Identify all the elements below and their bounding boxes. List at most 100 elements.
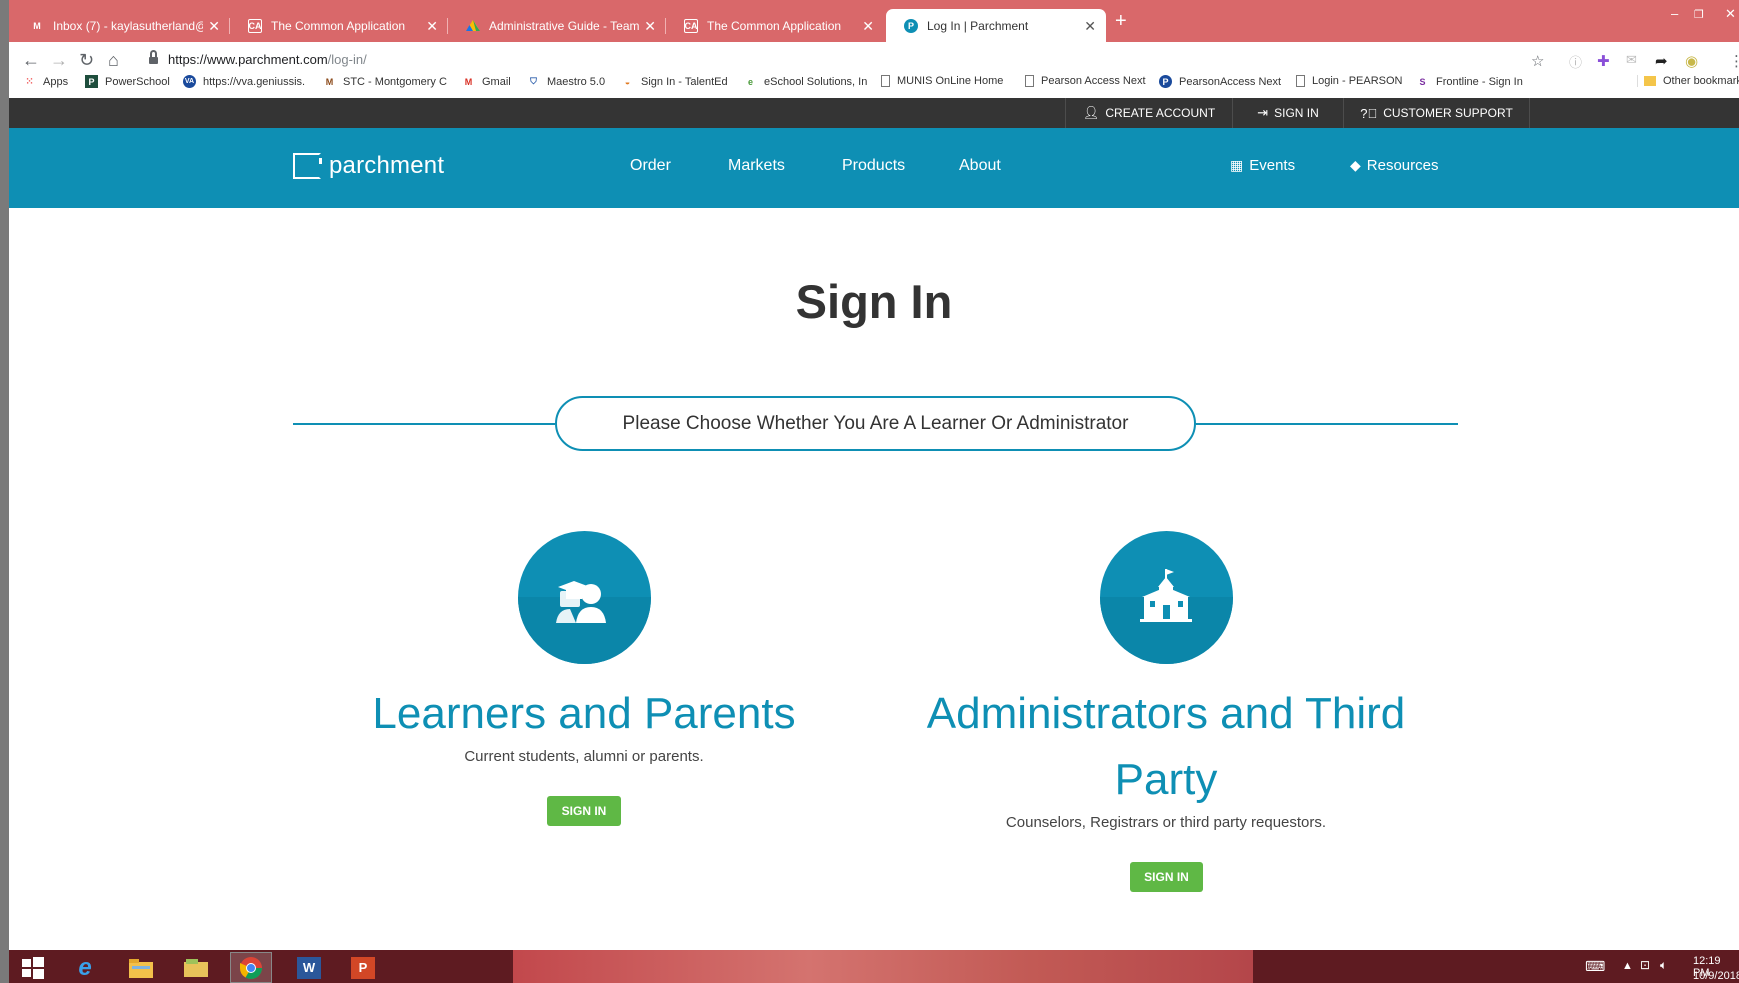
tab-title: Log In | Parchment (927, 18, 1029, 33)
bookmark-geniussis[interactable]: VA https://vva.geniussis. (183, 75, 305, 88)
menu-icon[interactable]: ⋮ (1729, 52, 1739, 70)
gmail-icon: M (464, 76, 473, 87)
nav-resources[interactable]: ◆ Resources (1350, 157, 1438, 174)
bookmark-frontline[interactable]: S Frontline - Sign In (1416, 75, 1523, 88)
chrome-icon[interactable] (230, 952, 272, 983)
bookmark-gmail[interactable]: M Gmail (462, 75, 511, 88)
close-icon[interactable]: ✕ (426, 18, 438, 35)
nav-resources-label: Resources (1366, 157, 1439, 174)
site-main-nav: parchment Order Markets Products About ▦… (9, 128, 1739, 208)
tab-common-app-1[interactable]: CA The Common Application ✕ (230, 9, 448, 42)
bookmark-label: PearsonAccess Next (1179, 75, 1282, 88)
bookmark-maestro[interactable]: ⛉ Maestro 5.0 (527, 75, 605, 88)
restore-icon[interactable]: ❐ (1694, 8, 1704, 21)
nav-markets[interactable]: Markets (728, 157, 785, 175)
url-path: /log-in/ (327, 52, 367, 67)
profile-icon[interactable]: ◉ (1685, 52, 1698, 70)
tab-title: The Common Application (271, 18, 406, 33)
help-circle-icon: ?⃝ (1360, 105, 1378, 121)
tab-title: Inbox (7) - kaylasutherland@mcp (53, 18, 203, 33)
bookmark-munis[interactable]: MUNIS OnLine Home (881, 75, 1003, 87)
home-icon[interactable]: ⌂ (108, 50, 119, 71)
learners-title: Learners and Parents (372, 689, 796, 738)
bookmark-eschool[interactable]: e eSchool Solutions, In (744, 75, 867, 88)
va-icon: VA (183, 75, 196, 88)
minimize-icon[interactable]: – (1671, 6, 1678, 21)
powerschool-icon: P (85, 75, 98, 88)
close-icon[interactable]: ✕ (644, 18, 656, 35)
tab-admin-guide[interactable]: Administrative Guide - Team Driv ✕ (448, 9, 666, 42)
new-tab-icon[interactable]: + (1115, 10, 1127, 33)
internet-explorer-icon[interactable]: e (68, 952, 102, 983)
folder-icon[interactable] (178, 952, 214, 983)
powerpoint-icon[interactable]: P (344, 952, 382, 983)
reload-icon[interactable]: ↻ (79, 50, 94, 71)
network-icon[interactable]: ⊡ (1640, 958, 1650, 972)
page-icon (881, 75, 890, 87)
parchment-logo-icon (293, 153, 322, 179)
forward-icon[interactable]: → (50, 50, 68, 71)
talented-icon: ◒ (624, 76, 631, 87)
volume-icon[interactable]: 🔈︎ (1660, 958, 1667, 973)
bookmark-label: eSchool Solutions, In (764, 75, 868, 88)
address-bar[interactable]: https://www.parchment.com/log-in/ (168, 52, 367, 67)
create-account-link[interactable]: 👤︎ CREATE ACCOUNT (1065, 98, 1232, 128)
bookmark-talented[interactable]: ◒ Sign In - TalentEd (621, 75, 728, 88)
bookmark-label: MUNIS OnLine Home (897, 75, 1004, 87)
keyboard-icon[interactable]: ⌨ (1585, 958, 1605, 975)
close-window-icon[interactable]: ✕ (1725, 6, 1736, 22)
bookmark-label: Sign In - TalentEd (641, 75, 728, 88)
lock-icon (149, 50, 158, 65)
chevron-up-icon[interactable]: ▲ (1622, 960, 1633, 972)
frontline-icon: S (1419, 76, 1426, 87)
url-host: https://www.parchment.com (168, 52, 328, 67)
graduate-student-icon (556, 581, 606, 623)
page-icon (1025, 75, 1034, 87)
stc-icon: M (325, 76, 334, 87)
bookmark-login-pearson[interactable]: Login - PEARSON (1296, 75, 1402, 87)
bookmarks-bar: ⁙ Apps P PowerSchool VA https://vva.geniuss… (9, 70, 1739, 98)
word-icon[interactable]: W (290, 952, 328, 983)
divider-left (293, 423, 555, 425)
admins-sign-in-button[interactable]: SIGN IN (1130, 862, 1203, 892)
customer-support-link[interactable]: ?⃝ CUSTOMER SUPPORT (1343, 98, 1530, 128)
extension-chat-icon[interactable]: ✉ (1626, 52, 1637, 68)
tab-parchment-login[interactable]: P Log In | Parchment ✕ (886, 9, 1106, 42)
back-icon[interactable]: ← (22, 50, 40, 71)
bookmark-pearson-access-next[interactable]: Pearson Access Next (1025, 75, 1146, 87)
bookmark-label: STC - Montgomery C (343, 75, 447, 88)
bookmark-apps[interactable]: ⁙ Apps (23, 75, 68, 88)
nav-products[interactable]: Products (842, 157, 905, 175)
extension-puzzle-icon[interactable]: ✚ (1597, 52, 1610, 70)
file-explorer-icon[interactable] (124, 952, 158, 983)
bookmark-powerschool[interactable]: P PowerSchool (85, 75, 170, 88)
learners-icon-circle (518, 531, 651, 664)
bookmark-label: Frontline - Sign In (1436, 75, 1523, 88)
bookmark-pearsonaccess-next[interactable]: P PearsonAccess Next (1159, 75, 1281, 88)
clock-date[interactable]: 10/9/2018 (1693, 970, 1739, 982)
maestro-icon: ⛉ (530, 76, 537, 86)
pearson-icon: P (1159, 75, 1172, 88)
parchment-icon: P (904, 18, 918, 33)
learners-sign-in-button[interactable]: SIGN IN (547, 796, 621, 826)
share-arrow-icon[interactable]: ➦ (1655, 52, 1668, 70)
star-icon[interactable]: ☆ (1531, 52, 1544, 70)
browser-tab-strip: M Inbox (7) - kaylasutherland@mcp ✕ CA T… (0, 0, 1739, 42)
bookmark-other[interactable]: Other bookmarks (1637, 75, 1739, 87)
nav-order[interactable]: Order (630, 157, 671, 175)
tab-inbox[interactable]: M Inbox (7) - kaylasutherland@mcp ✕ (12, 9, 230, 42)
admins-title: Administrators and Third Party (880, 681, 1452, 813)
nav-about[interactable]: About (959, 157, 1001, 175)
start-windows-icon[interactable] (18, 952, 48, 983)
nav-events[interactable]: ▦ Events (1230, 157, 1295, 174)
extension-info-icon[interactable]: ⓘ (1569, 52, 1582, 71)
admins-title-line1: Administrators and Third (926, 689, 1406, 738)
bookmark-stc[interactable]: M STC - Montgomery C (323, 75, 447, 88)
tab-common-app-2[interactable]: CA The Common Application ✕ (666, 9, 884, 42)
close-icon[interactable]: ✕ (1084, 18, 1096, 35)
close-icon[interactable]: ✕ (208, 18, 220, 35)
bookmark-label: Apps (43, 75, 69, 88)
close-icon[interactable]: ✕ (862, 18, 874, 35)
sign-in-link[interactable]: ⇥ SIGN IN (1232, 98, 1343, 128)
parchment-logo[interactable]: parchment (293, 152, 444, 180)
